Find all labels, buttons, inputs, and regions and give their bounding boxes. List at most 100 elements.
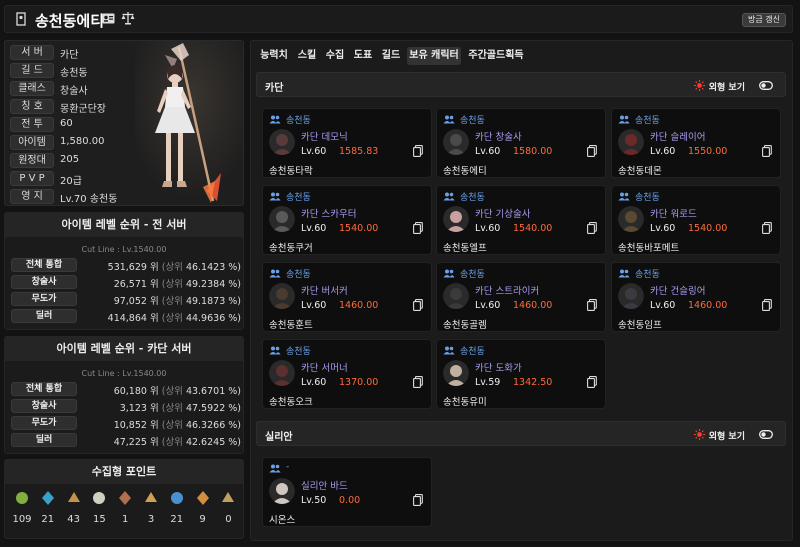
card-level: Lv.60 [475, 300, 501, 311]
character-card[interactable]: 송천동 카단 버서커 Lv.60 1460.00 송천동훈트 [262, 262, 432, 332]
character-card[interactable]: 송천동 카단 슬레이어 Lv.60 1550.00 송천동데몬 [611, 108, 781, 178]
collect-item[interactable]: 21 [38, 490, 58, 525]
tab-3[interactable]: 도표 [351, 47, 375, 65]
card-class: 카단 스트라이커 [475, 283, 539, 297]
copy-icon[interactable] [762, 145, 772, 157]
character-card[interactable]: 송천동 카단 서머너 Lv.60 1370.00 송천동오크 [262, 339, 432, 409]
character-card[interactable]: 송천동 카단 워로드 Lv.60 1540.00 송천동바포메트 [611, 185, 781, 255]
character-card[interactable]: - 실리안 바드 Lv.50 0.00 시온스 [262, 457, 432, 527]
profile-label: P V P [10, 171, 54, 186]
copy-icon[interactable] [762, 222, 772, 234]
card-item-level: 1540.00 [513, 223, 553, 234]
profile-value: Lv.70 송천동 [60, 194, 118, 205]
character-card[interactable]: 송천동 카단 도화가 Lv.59 1342.50 송천동유미 [436, 339, 606, 409]
collect-item[interactable]: 9 [193, 490, 213, 525]
copy-icon[interactable] [413, 222, 423, 234]
profile-label: 영 지 [10, 189, 54, 204]
profile-panel: 서 버 카단 길 드 송천동 클래스 창술사 칭 호 몽환군단장 전 투 60 아이템 1,580.0… [4, 40, 244, 206]
card-item-level: 1550.00 [688, 146, 728, 157]
profile-value: 창술사 [60, 86, 88, 97]
collect-item[interactable]: 3 [141, 490, 161, 525]
collect-item[interactable]: 21 [167, 490, 187, 525]
collect-item[interactable]: 1 [115, 490, 135, 525]
card-character-name: 송천동바포메트 [618, 243, 680, 254]
rank-percent: 42.6245 %) [185, 437, 241, 448]
id-card-icon[interactable] [102, 13, 115, 24]
card-server: 카단 [475, 209, 493, 220]
character-card[interactable]: 송천동 카단 스트라이커 Lv.60 1460.00 송천동골렘 [436, 262, 606, 332]
card-class: 카단 스카우터 [301, 206, 356, 220]
profile-value: 1,580.00 [60, 136, 105, 147]
copy-icon[interactable] [762, 299, 772, 311]
collect-count: 15 [93, 514, 106, 525]
copy-icon[interactable] [587, 222, 597, 234]
copy-icon[interactable] [413, 494, 423, 506]
card-level: Lv.60 [301, 146, 327, 157]
guild-members-icon [269, 192, 281, 201]
character-avatar [618, 283, 644, 309]
copy-icon[interactable] [587, 376, 597, 388]
card-server: 카단 [301, 132, 319, 143]
collect-count: 1 [122, 514, 129, 525]
card-class-name: 버서커 [321, 286, 348, 297]
guild-members-icon [618, 269, 630, 278]
character-avatar [269, 478, 295, 504]
rank-upper-label: (상위 [161, 296, 183, 307]
collect-item[interactable]: 109 [12, 490, 32, 525]
appearance-toggle[interactable] [759, 81, 773, 90]
character-card[interactable]: 송천동 카단 기상술사 Lv.60 1540.00 송천동엘프 [436, 185, 606, 255]
collect-item[interactable]: 0 [218, 490, 238, 525]
rank-server-panel: 아이템 레벨 순위 - 카단 서버 Cut Line : Lv.1540.00 … [4, 336, 244, 454]
copy-icon[interactable] [587, 145, 597, 157]
tab-4[interactable]: 길드 [379, 47, 403, 65]
collect-item[interactable]: 43 [64, 490, 84, 525]
refresh-button[interactable]: 방금 갱신 [742, 13, 786, 27]
character-card[interactable]: 송천동 카단 스카우터 Lv.60 1540.00 송천동쿠거 [262, 185, 432, 255]
tab-0[interactable]: 능력치 [257, 47, 291, 65]
copy-icon[interactable] [413, 376, 423, 388]
profile-label: 길 드 [10, 63, 54, 78]
card-guild: 송천동 [460, 347, 485, 357]
giant-heart-icon [119, 491, 132, 505]
card-level: Lv.60 [475, 223, 501, 234]
rank-value: 414,864 위 (상위 44.9636 %) [108, 310, 241, 324]
card-character-name: 송천동훈트 [269, 320, 313, 331]
tab-5[interactable]: 보유 캐릭터 [407, 47, 461, 65]
card-server: 카단 [301, 209, 319, 220]
rank-number: 97,052 위 [113, 296, 159, 307]
card-level: Lv.59 [475, 377, 501, 388]
tab-1[interactable]: 스킬 [295, 47, 319, 65]
collect-item[interactable]: 15 [89, 490, 109, 525]
character-card[interactable]: 송천동 카단 창술사 Lv.60 1580.00 송천동에티 [436, 108, 606, 178]
rank-row: 전체 통합 60,180 위 (상위 43.6701 %) [11, 382, 241, 397]
tab-6[interactable]: 주간골드획득 [465, 47, 527, 65]
appearance-toggle[interactable] [759, 430, 773, 439]
copy-icon[interactable] [587, 299, 597, 311]
collect-panel: 수집형 포인트 109 21 43 15 1 3 21 9 0 [4, 459, 244, 539]
card-class: 카단 건슬링어 [650, 283, 705, 297]
voyage-icon [145, 492, 157, 502]
profile-value: 카단 [60, 50, 79, 61]
scale-icon[interactable] [121, 11, 135, 25]
copy-icon[interactable] [413, 299, 423, 311]
card-class: 카단 창술사 [475, 129, 522, 143]
card-item-level: 1585.83 [339, 146, 379, 157]
card-class-name: 건슬링어 [670, 286, 706, 297]
card-character-name: 시온스 [269, 515, 296, 526]
character-card[interactable]: 송천동 카단 건슬링어 Lv.60 1460.00 송천동임프 [611, 262, 781, 332]
card-character-name: 송천동오크 [269, 397, 313, 408]
character-name: 송천동에티 [35, 12, 105, 30]
character-card[interactable]: 송천동 카단 데모닉 Lv.60 1585.83 송천동타락 [262, 108, 432, 178]
card-guild: 송천동 [460, 270, 485, 280]
guild-members-icon [618, 115, 630, 124]
card-class: 카단 기상술사 [475, 206, 530, 220]
card-item-level: 1460.00 [513, 300, 553, 311]
rank-upper-label: (상위 [161, 262, 183, 273]
tab-2[interactable]: 수집 [323, 47, 347, 65]
copy-icon[interactable] [413, 145, 423, 157]
bookmark-icon[interactable] [15, 12, 27, 26]
rank-server-cutline: Cut Line : Lv.1540.00 [81, 369, 167, 378]
card-item-level: 1370.00 [339, 377, 379, 388]
rank-all-panel: 아이템 레벨 순위 - 전 서버 Cut Line : Lv.1540.00 전… [4, 212, 244, 330]
card-class: 카단 버서커 [301, 283, 348, 297]
